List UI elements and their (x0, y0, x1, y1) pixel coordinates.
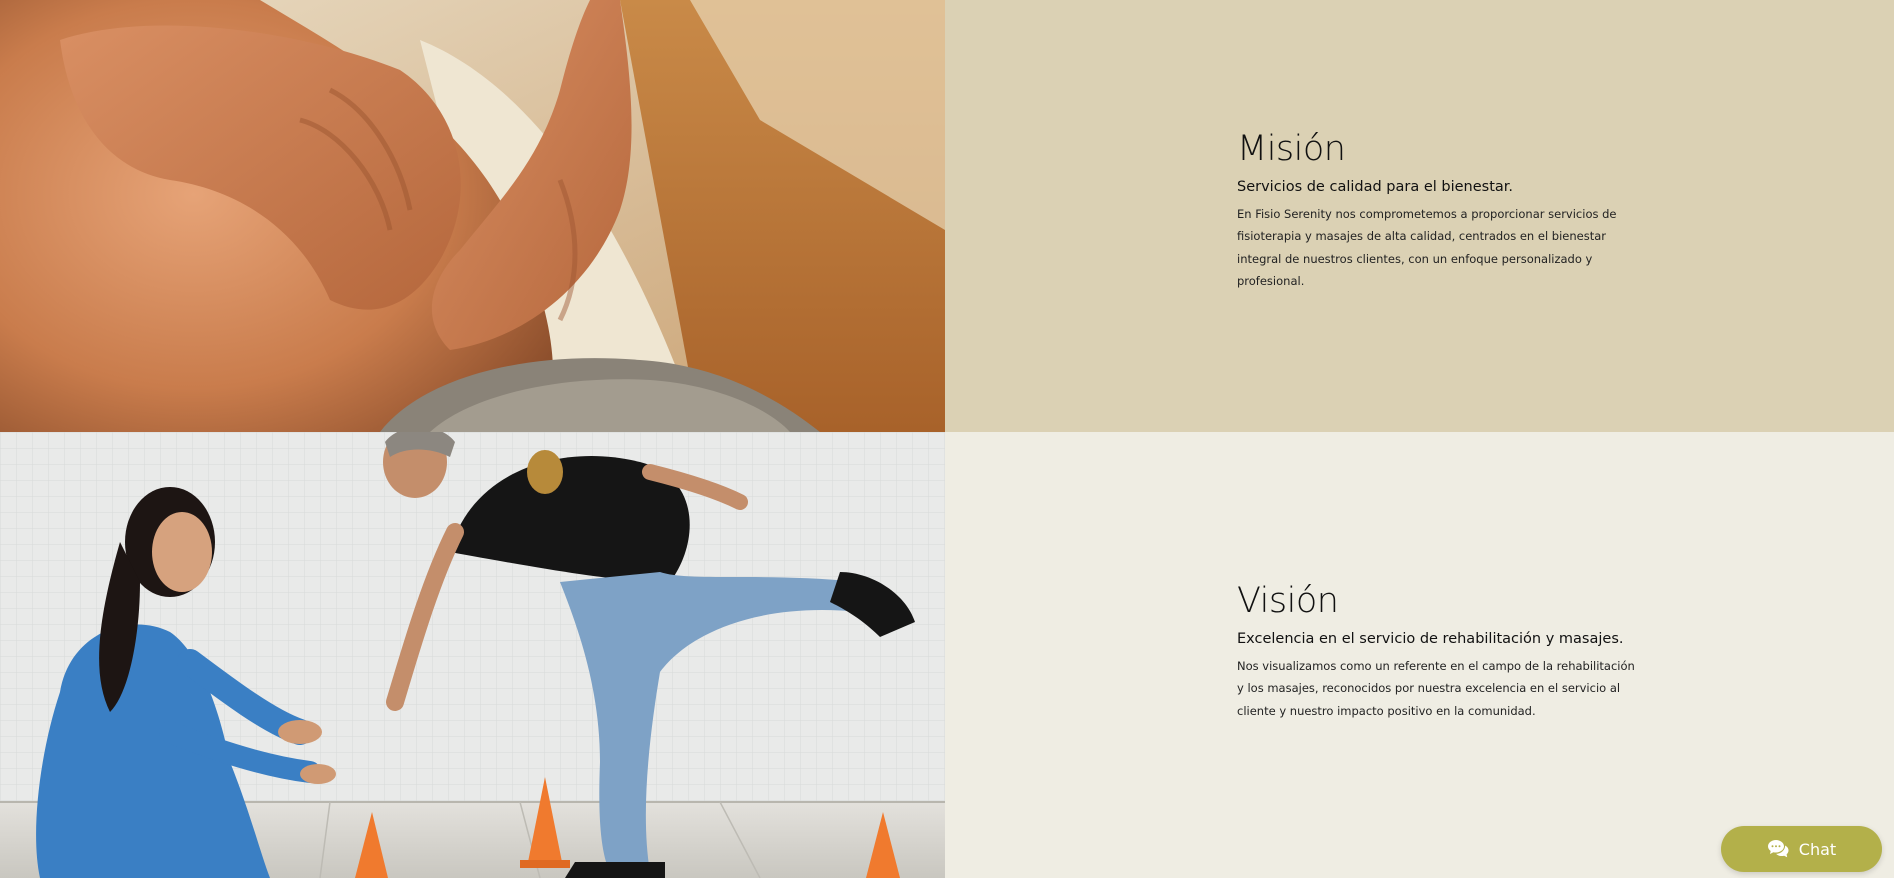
vision-subtitle: Excelencia en el servicio de rehabilitac… (1237, 630, 1624, 647)
mission-subtitle: Servicios de calidad para el bienestar. (1237, 178, 1514, 195)
mission-body: En Fisio Serenity nos comprometemos a pr… (1237, 206, 1617, 289)
vision-row: Visión Excelencia en el servicio de reha… (0, 432, 1894, 878)
chat-button[interactable]: Chat (1721, 826, 1882, 872)
mission-row: Misión Servicios de calidad para el bien… (0, 0, 1894, 432)
vision-panel: Visión Excelencia en el servicio de reha… (945, 432, 1894, 878)
page: Misión Servicios de calidad para el bien… (0, 0, 1894, 878)
mission-heading: Misión (1237, 129, 1346, 169)
rehabilitation-photo (0, 432, 945, 878)
chat-bubbles-icon (1767, 839, 1789, 859)
mission-text-block: Misión Servicios de calidad para el bien… (1237, 130, 1637, 293)
mission-panel: Misión Servicios de calidad para el bien… (945, 0, 1894, 432)
vision-text-block: Visión Excelencia en el servicio de reha… (1237, 582, 1637, 722)
massage-photo (0, 0, 945, 432)
vision-body: Nos visualizamos como un referente en el… (1237, 658, 1635, 718)
chat-label: Chat (1798, 839, 1837, 859)
vision-heading: Visión (1237, 581, 1339, 621)
